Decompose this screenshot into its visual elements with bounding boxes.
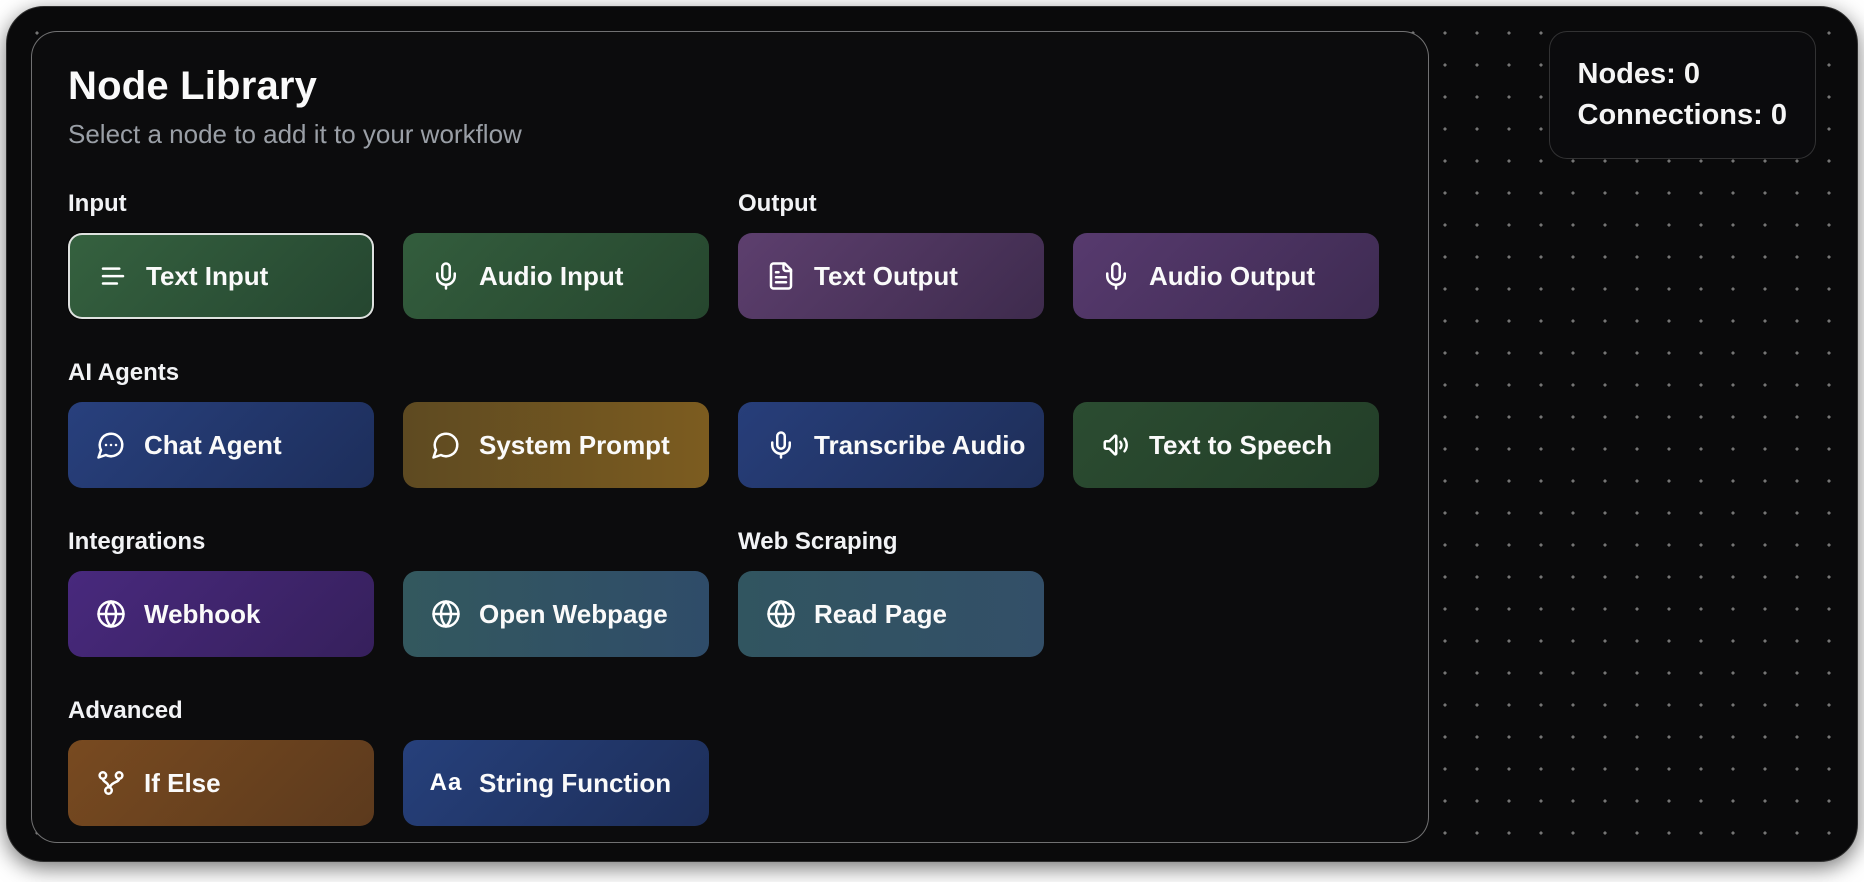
microphone-icon	[430, 260, 462, 292]
microphone-icon	[765, 429, 797, 461]
node-row-1: Text Input Audio Input Text Output Audio…	[68, 233, 1392, 319]
node-label: Read Page	[814, 598, 947, 629]
file-text-icon	[765, 260, 797, 292]
speaker-icon	[1100, 429, 1132, 461]
chat-bubble-dots-icon	[95, 429, 127, 461]
node-label: Transcribe Audio	[814, 429, 1026, 460]
chat-bubble-icon	[430, 429, 462, 461]
section-label-row-2: AI Agents	[68, 359, 1392, 387]
node-transcribe-audio[interactable]: Transcribe Audio	[738, 402, 1044, 488]
nodes-count-label: Nodes:	[1577, 58, 1676, 90]
node-label: String Function	[479, 767, 672, 798]
node-label: Audio Input	[479, 260, 624, 291]
node-row-2: Chat Agent System Prompt Transcribe Audi…	[68, 402, 1392, 488]
globe-icon	[765, 598, 797, 630]
node-read-page[interactable]: Read Page	[738, 571, 1044, 657]
node-label: Text to Speech	[1149, 429, 1333, 460]
page-subtitle: Select a node to add it to your workflow	[68, 119, 522, 149]
letters-aa-icon: Aa	[429, 769, 463, 796]
node-library-panel: Node Library Select a node to add it to …	[31, 31, 1429, 843]
node-chat-agent[interactable]: Chat Agent	[68, 402, 374, 488]
node-system-prompt[interactable]: System Prompt	[403, 402, 709, 488]
node-label: Open Webpage	[479, 598, 668, 629]
node-label: If Else	[144, 767, 221, 798]
microphone-icon	[1100, 260, 1132, 292]
section-label-row-3: Integrations Web Scraping	[68, 528, 1392, 556]
node-label: Text Input	[146, 260, 269, 291]
node-if-else[interactable]: If Else	[68, 740, 374, 826]
section-label-advanced: Advanced	[68, 697, 183, 724]
section-label-row-1: Input Output	[68, 190, 1392, 218]
nodes-count-value: 0	[1683, 58, 1701, 90]
node-text-to-speech[interactable]: Text to Speech	[1073, 402, 1379, 488]
node-audio-output[interactable]: Audio Output	[1073, 233, 1379, 319]
section-label-row-4: Advanced	[68, 697, 1392, 725]
workflow-canvas[interactable]: Node Library Select a node to add it to …	[6, 6, 1858, 862]
node-text-input[interactable]: Text Input	[68, 233, 374, 319]
branch-icon	[95, 767, 127, 799]
section-label-web-scraping: Web Scraping	[738, 528, 898, 555]
node-label: System Prompt	[479, 429, 670, 460]
node-text-output[interactable]: Text Output	[738, 233, 1044, 319]
connections-count-value: 0	[1770, 99, 1787, 132]
section-label-ai-agents: AI Agents	[68, 359, 180, 386]
node-row-4: If Else Aa String Function	[68, 740, 1392, 826]
node-string-function[interactable]: Aa String Function	[403, 740, 709, 826]
node-webhook[interactable]: Webhook	[68, 571, 374, 657]
node-label: Webhook	[144, 598, 261, 629]
node-open-webpage[interactable]: Open Webpage	[403, 571, 709, 657]
workflow-stats-box: Nodes: 0 Connections: 0	[1548, 31, 1816, 160]
node-row-3: Webhook Open Webpage Read Page	[68, 571, 1392, 657]
page-title: Node Library	[68, 64, 318, 108]
node-label: Text Output	[814, 260, 958, 291]
section-label-output: Output	[738, 190, 817, 217]
section-label-integrations: Integrations	[68, 528, 206, 555]
globe-icon	[430, 598, 462, 630]
node-audio-input[interactable]: Audio Input	[403, 233, 709, 319]
text-lines-icon	[97, 260, 129, 292]
connections-count-label: Connections:	[1577, 99, 1763, 132]
section-label-input: Input	[68, 190, 127, 217]
node-label: Audio Output	[1149, 260, 1316, 291]
node-label: Chat Agent	[144, 429, 282, 460]
nodes-count: Nodes: 0	[1578, 54, 1787, 95]
connections-count: Connections: 0	[1578, 95, 1787, 136]
globe-icon	[95, 598, 127, 630]
